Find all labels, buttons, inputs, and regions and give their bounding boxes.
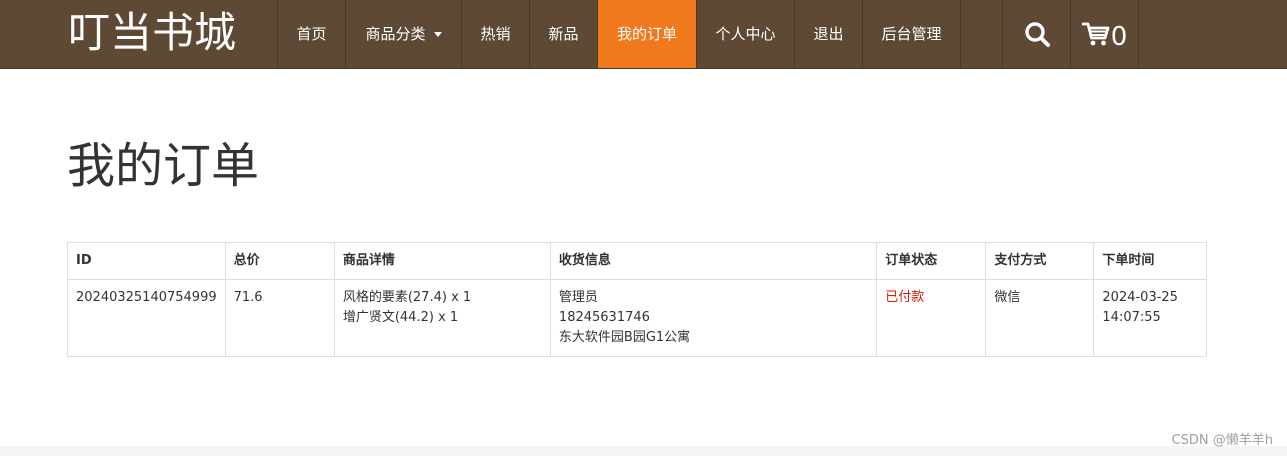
col-header-total: 总价 [224, 242, 335, 280]
nav-actions: 0 [1002, 0, 1139, 68]
nav-item-logout[interactable]: 退出 [795, 0, 863, 68]
order-shipping: 管理员 18245631746 东大软件园B园G1公寓 [549, 279, 878, 357]
order-date: 2024-03-25 [1102, 290, 1178, 305]
nav-item-categories[interactable]: 商品分类 [346, 0, 462, 68]
top-navbar: 叮当书城 首页 商品分类 热销 新品 我的订单 个人中心 退出 后台管理 0 [0, 0, 1287, 69]
cart-count: 0 [1110, 22, 1128, 52]
orders-table: ID 总价 商品详情 收货信息 订单状态 支付方式 下单时间 202403251… [67, 242, 1207, 357]
main-nav: 首页 商品分类 热销 新品 我的订单 个人中心 退出 后台管理 [277, 0, 961, 68]
order-item-line: 风格的要素(27.4) x 1 [342, 290, 472, 305]
caret-down-icon [433, 32, 442, 37]
nav-item-admin[interactable]: 后台管理 [863, 0, 961, 68]
order-total: 71.6 [224, 279, 335, 357]
col-header-payment: 支付方式 [985, 242, 1095, 280]
col-header-status: 订单状态 [876, 242, 987, 280]
footer-band [0, 446, 1287, 456]
col-header-shipping: 收货信息 [549, 242, 878, 280]
col-header-items: 商品详情 [333, 242, 551, 280]
order-status: 已付款 [876, 279, 987, 357]
order-items: 风格的要素(27.4) x 1 增广贤文(44.2) x 1 [333, 279, 551, 357]
nav-item-home[interactable]: 首页 [278, 0, 346, 68]
search-icon [1024, 22, 1050, 47]
nav-item-new[interactable]: 新品 [530, 0, 598, 68]
table-header-row: ID 总价 商品详情 收货信息 订单状态 支付方式 下单时间 [67, 242, 1207, 280]
nav-item-my-orders[interactable]: 我的订单 [598, 0, 697, 68]
nav-item-hot[interactable]: 热销 [462, 0, 530, 68]
order-item-line: 增广贤文(44.2) x 1 [342, 310, 459, 325]
shipping-name: 管理员 [558, 290, 598, 305]
cart-icon [1081, 22, 1110, 46]
brand-logo[interactable]: 叮当书城 [68, 6, 236, 60]
search-button[interactable] [1003, 0, 1071, 68]
order-time: 2024-03-25 14:07:55 [1093, 279, 1207, 357]
shipping-address: 东大软件园B园G1公寓 [558, 330, 691, 345]
shipping-phone: 18245631746 [558, 310, 650, 325]
page-title: 我的订单 [67, 138, 260, 194]
order-payment: 微信 [985, 279, 1095, 357]
cart-button[interactable]: 0 [1071, 0, 1139, 68]
watermark: CSDN @懒羊羊h [1171, 433, 1273, 448]
order-clock: 14:07:55 [1102, 310, 1161, 325]
col-header-order-time: 下单时间 [1093, 242, 1207, 280]
col-header-id: ID [67, 242, 226, 280]
table-row: 20240325140754999 71.6 风格的要素(27.4) x 1 增… [67, 279, 1207, 357]
order-id: 20240325140754999 [67, 279, 226, 357]
nav-item-profile[interactable]: 个人中心 [697, 0, 795, 68]
